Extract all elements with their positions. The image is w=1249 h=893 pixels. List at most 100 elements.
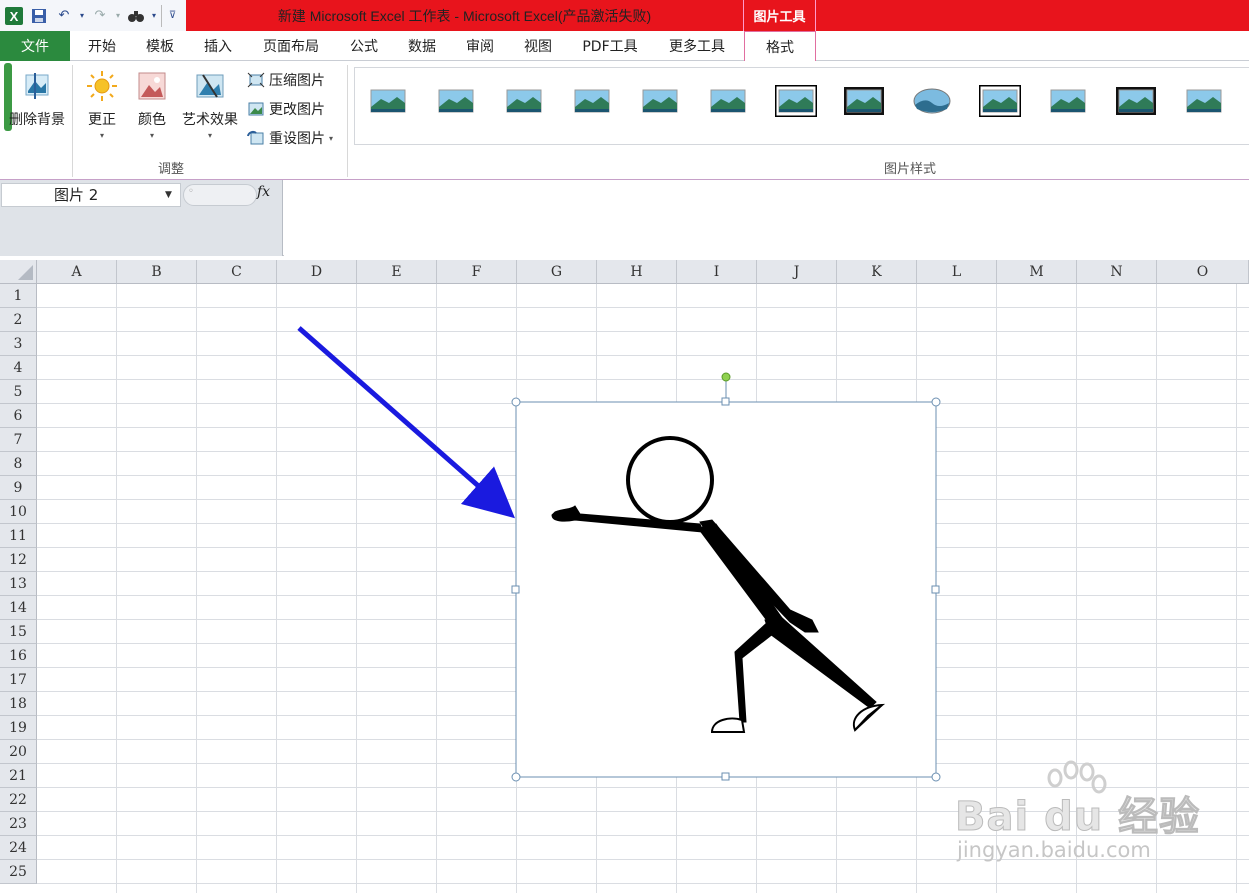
column-header[interactable]: D bbox=[277, 260, 357, 284]
row-header[interactable]: 7 bbox=[0, 428, 37, 452]
corrections-button[interactable]: 更正 ▾ bbox=[80, 61, 124, 140]
picture-style-thumbnail[interactable] bbox=[571, 85, 613, 117]
color-icon bbox=[138, 72, 166, 100]
column-header[interactable]: K bbox=[837, 260, 917, 284]
row-header[interactable]: 4 bbox=[0, 356, 37, 380]
quick-access-toolbar: X ↶ ▾ ↷ ▾ ▾ ⊽ bbox=[0, 0, 186, 31]
column-header[interactable]: I bbox=[677, 260, 757, 284]
row-header[interactable]: 8 bbox=[0, 452, 37, 476]
reset-picture-button[interactable]: 重设图片 ▾ bbox=[247, 127, 333, 149]
row-header[interactable]: 11 bbox=[0, 524, 37, 548]
column-header[interactable]: C bbox=[197, 260, 277, 284]
tab-view[interactable]: 视图 bbox=[518, 31, 558, 61]
find-icon[interactable] bbox=[125, 5, 147, 27]
column-header[interactable]: J bbox=[757, 260, 837, 284]
picture-style-thumbnail[interactable] bbox=[843, 85, 885, 117]
row-header[interactable]: 14 bbox=[0, 596, 37, 620]
adjust-group-label: 调整 bbox=[158, 162, 185, 177]
insert-function-button[interactable]: fx bbox=[257, 184, 270, 200]
row-header[interactable]: 21 bbox=[0, 764, 37, 788]
picture-style-thumbnail[interactable] bbox=[367, 85, 409, 117]
row-header[interactable]: 2 bbox=[0, 308, 37, 332]
row-header[interactable]: 9 bbox=[0, 476, 37, 500]
change-picture-button[interactable]: 更改图片 bbox=[247, 98, 325, 120]
column-header[interactable]: M bbox=[997, 260, 1077, 284]
redo-icon[interactable]: ↷ bbox=[89, 5, 111, 27]
tab-format[interactable]: 格式 bbox=[744, 31, 816, 62]
tab-data[interactable]: 数据 bbox=[402, 31, 442, 61]
undo-dropdown-icon[interactable]: ▾ bbox=[78, 5, 86, 27]
formula-bar: 图片 2 ▼ ◦ fx bbox=[0, 180, 1249, 256]
picture-style-thumbnail[interactable] bbox=[911, 85, 953, 117]
name-box[interactable]: 图片 2 ▼ bbox=[1, 183, 181, 207]
tab-file[interactable]: 文件 bbox=[0, 31, 70, 61]
name-box-value: 图片 2 bbox=[54, 186, 99, 204]
color-button[interactable]: 颜色 ▾ bbox=[130, 61, 174, 140]
undo-icon[interactable]: ↶ bbox=[53, 5, 75, 27]
chevron-down-icon[interactable]: ▼ bbox=[165, 184, 172, 206]
column-header[interactable]: L bbox=[917, 260, 997, 284]
find-dropdown-icon[interactable]: ▾ bbox=[150, 5, 158, 27]
row-header[interactable]: 15 bbox=[0, 620, 37, 644]
column-header[interactable]: H bbox=[597, 260, 677, 284]
tab-pdf-tools[interactable]: PDF工具 bbox=[575, 31, 645, 61]
remove-background-button[interactable]: 删除背景 bbox=[6, 61, 68, 129]
customize-toolbar-icon[interactable]: ⊽ bbox=[161, 4, 183, 27]
row-header[interactable]: 5 bbox=[0, 380, 37, 404]
tab-review[interactable]: 审阅 bbox=[460, 31, 500, 61]
column-header[interactable]: F bbox=[437, 260, 517, 284]
tab-home[interactable]: 开始 bbox=[82, 31, 122, 61]
picture-style-thumbnail[interactable] bbox=[1115, 85, 1157, 117]
tab-more-tools[interactable]: 更多工具 bbox=[660, 31, 734, 61]
row-header[interactable]: 16 bbox=[0, 644, 37, 668]
row-header[interactable]: 19 bbox=[0, 716, 37, 740]
column-header[interactable]: N bbox=[1077, 260, 1157, 284]
save-icon[interactable] bbox=[28, 5, 50, 27]
row-header[interactable]: 25 bbox=[0, 860, 37, 884]
artistic-effects-label: 艺术效果 bbox=[182, 112, 238, 128]
row-header[interactable]: 22 bbox=[0, 788, 37, 812]
ribbon-panel: 删除背景 更正 ▾ 颜色 ▾ 艺术效果 ▾ 压缩图片 更改图片 重设图片 ▾ 调… bbox=[0, 61, 1249, 180]
picture-style-thumbnail[interactable] bbox=[1047, 85, 1089, 117]
row-header[interactable]: 13 bbox=[0, 572, 37, 596]
formula-bar-handle[interactable]: ◦ bbox=[183, 184, 257, 206]
tab-formulas[interactable]: 公式 bbox=[344, 31, 384, 61]
picture-style-thumbnail[interactable] bbox=[503, 85, 545, 117]
row-header[interactable]: 3 bbox=[0, 332, 37, 356]
row-header[interactable]: 10 bbox=[0, 500, 37, 524]
picture-style-thumbnail[interactable] bbox=[707, 85, 749, 117]
column-header[interactable]: B bbox=[117, 260, 197, 284]
picture-styles-group-label: 图片样式 bbox=[884, 162, 937, 177]
excel-logo-icon[interactable]: X bbox=[3, 5, 25, 27]
remove-background-label: 删除背景 bbox=[9, 112, 65, 128]
picture-style-thumbnail[interactable] bbox=[1183, 85, 1225, 117]
tab-page-layout[interactable]: 页面布局 bbox=[256, 31, 326, 61]
artistic-effects-button[interactable]: 艺术效果 ▾ bbox=[178, 61, 242, 140]
tab-insert[interactable]: 插入 bbox=[198, 31, 238, 61]
picture-style-thumbnail[interactable] bbox=[639, 85, 681, 117]
column-header[interactable]: O bbox=[1157, 260, 1249, 284]
compress-pictures-button[interactable]: 压缩图片 bbox=[247, 69, 325, 91]
chevron-down-icon: ▾ bbox=[207, 131, 212, 140]
picture-style-thumbnail[interactable] bbox=[979, 85, 1021, 117]
tab-templates[interactable]: 模板 bbox=[140, 31, 180, 61]
column-header[interactable]: G bbox=[517, 260, 597, 284]
row-header[interactable]: 20 bbox=[0, 740, 37, 764]
row-header[interactable]: 18 bbox=[0, 692, 37, 716]
column-header[interactable]: A bbox=[37, 260, 117, 284]
column-header[interactable]: E bbox=[357, 260, 437, 284]
row-header[interactable]: 23 bbox=[0, 812, 37, 836]
formula-input[interactable] bbox=[284, 180, 1249, 256]
row-header[interactable]: 12 bbox=[0, 548, 37, 572]
svg-text:X: X bbox=[10, 9, 19, 24]
picture-style-thumbnail[interactable] bbox=[775, 85, 817, 117]
row-header[interactable]: 1 bbox=[0, 284, 37, 308]
picture-style-thumbnail[interactable] bbox=[435, 85, 477, 117]
row-header[interactable]: 6 bbox=[0, 404, 37, 428]
row-header[interactable]: 17 bbox=[0, 668, 37, 692]
compress-icon bbox=[247, 72, 265, 88]
handle-grip-icon: ◦ bbox=[188, 186, 194, 197]
row-header[interactable]: 24 bbox=[0, 836, 37, 860]
redo-dropdown-icon[interactable]: ▾ bbox=[114, 5, 122, 27]
select-all-corner[interactable] bbox=[0, 260, 37, 284]
